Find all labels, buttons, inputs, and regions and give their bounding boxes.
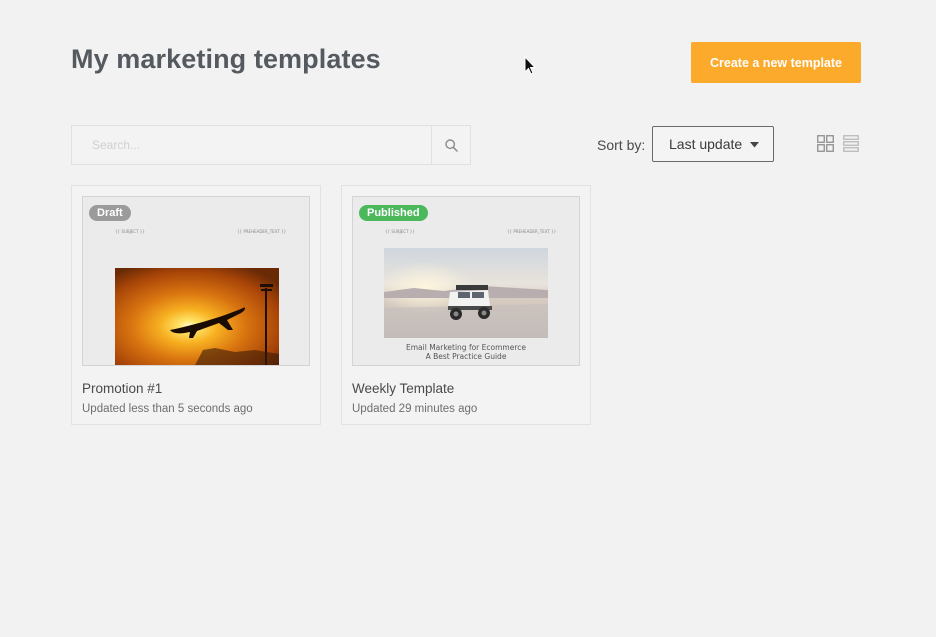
- search-button[interactable]: [431, 126, 470, 164]
- page-title: My marketing templates: [71, 44, 381, 74]
- template-card[interactable]: {{ SUBJECT }} {{ PREHEADER_TEXT }}: [71, 185, 321, 425]
- template-updated-time: Updated less than 5 seconds ago: [82, 403, 253, 415]
- airplane-sunset-image: [115, 268, 279, 365]
- template-card[interactable]: {{ SUBJECT }} {{ PREHEADER_TEXT }}: [341, 185, 591, 425]
- template-name[interactable]: Weekly Template: [352, 381, 454, 396]
- template-updated-time: Updated 29 minutes ago: [352, 403, 478, 415]
- search-icon: [444, 138, 458, 152]
- jeep-landscape-image: [384, 248, 548, 338]
- sort-label: Sort by:: [597, 137, 646, 153]
- list-view-icon[interactable]: [843, 135, 859, 152]
- sort-selected-value: Last update: [669, 136, 743, 152]
- page: My marketing templates Create a new temp…: [0, 0, 936, 637]
- create-template-button[interactable]: Create a new template: [691, 42, 861, 83]
- draft-badge: Draft: [89, 205, 131, 221]
- thumbnail-caption-line-1: Email Marketing for Ecommerce: [406, 343, 526, 352]
- thumbnail-subject-text: {{ SUBJECT }}: [115, 229, 145, 234]
- thumbnail-subject-text: {{ SUBJECT }}: [385, 229, 415, 234]
- sort-dropdown[interactable]: Last update: [652, 126, 774, 162]
- mouse-cursor-icon: [524, 56, 536, 75]
- search-bar: [71, 125, 471, 165]
- template-thumbnail[interactable]: {{ SUBJECT }} {{ PREHEADER_TEXT }}: [82, 196, 310, 366]
- thumbnail-preheader-text: {{ PREHEADER_TEXT }}: [507, 229, 557, 234]
- caret-down-icon: [750, 142, 759, 148]
- template-name[interactable]: Promotion #1: [82, 381, 162, 396]
- thumbnail-caption-line-2: A Best Practice Guide: [425, 352, 507, 361]
- thumbnail-preheader-text: {{ PREHEADER_TEXT }}: [237, 229, 287, 234]
- grid-view-icon[interactable]: [817, 135, 834, 152]
- template-thumbnail[interactable]: {{ SUBJECT }} {{ PREHEADER_TEXT }}: [352, 196, 580, 366]
- search-input[interactable]: [72, 126, 431, 164]
- published-badge: Published: [359, 205, 428, 221]
